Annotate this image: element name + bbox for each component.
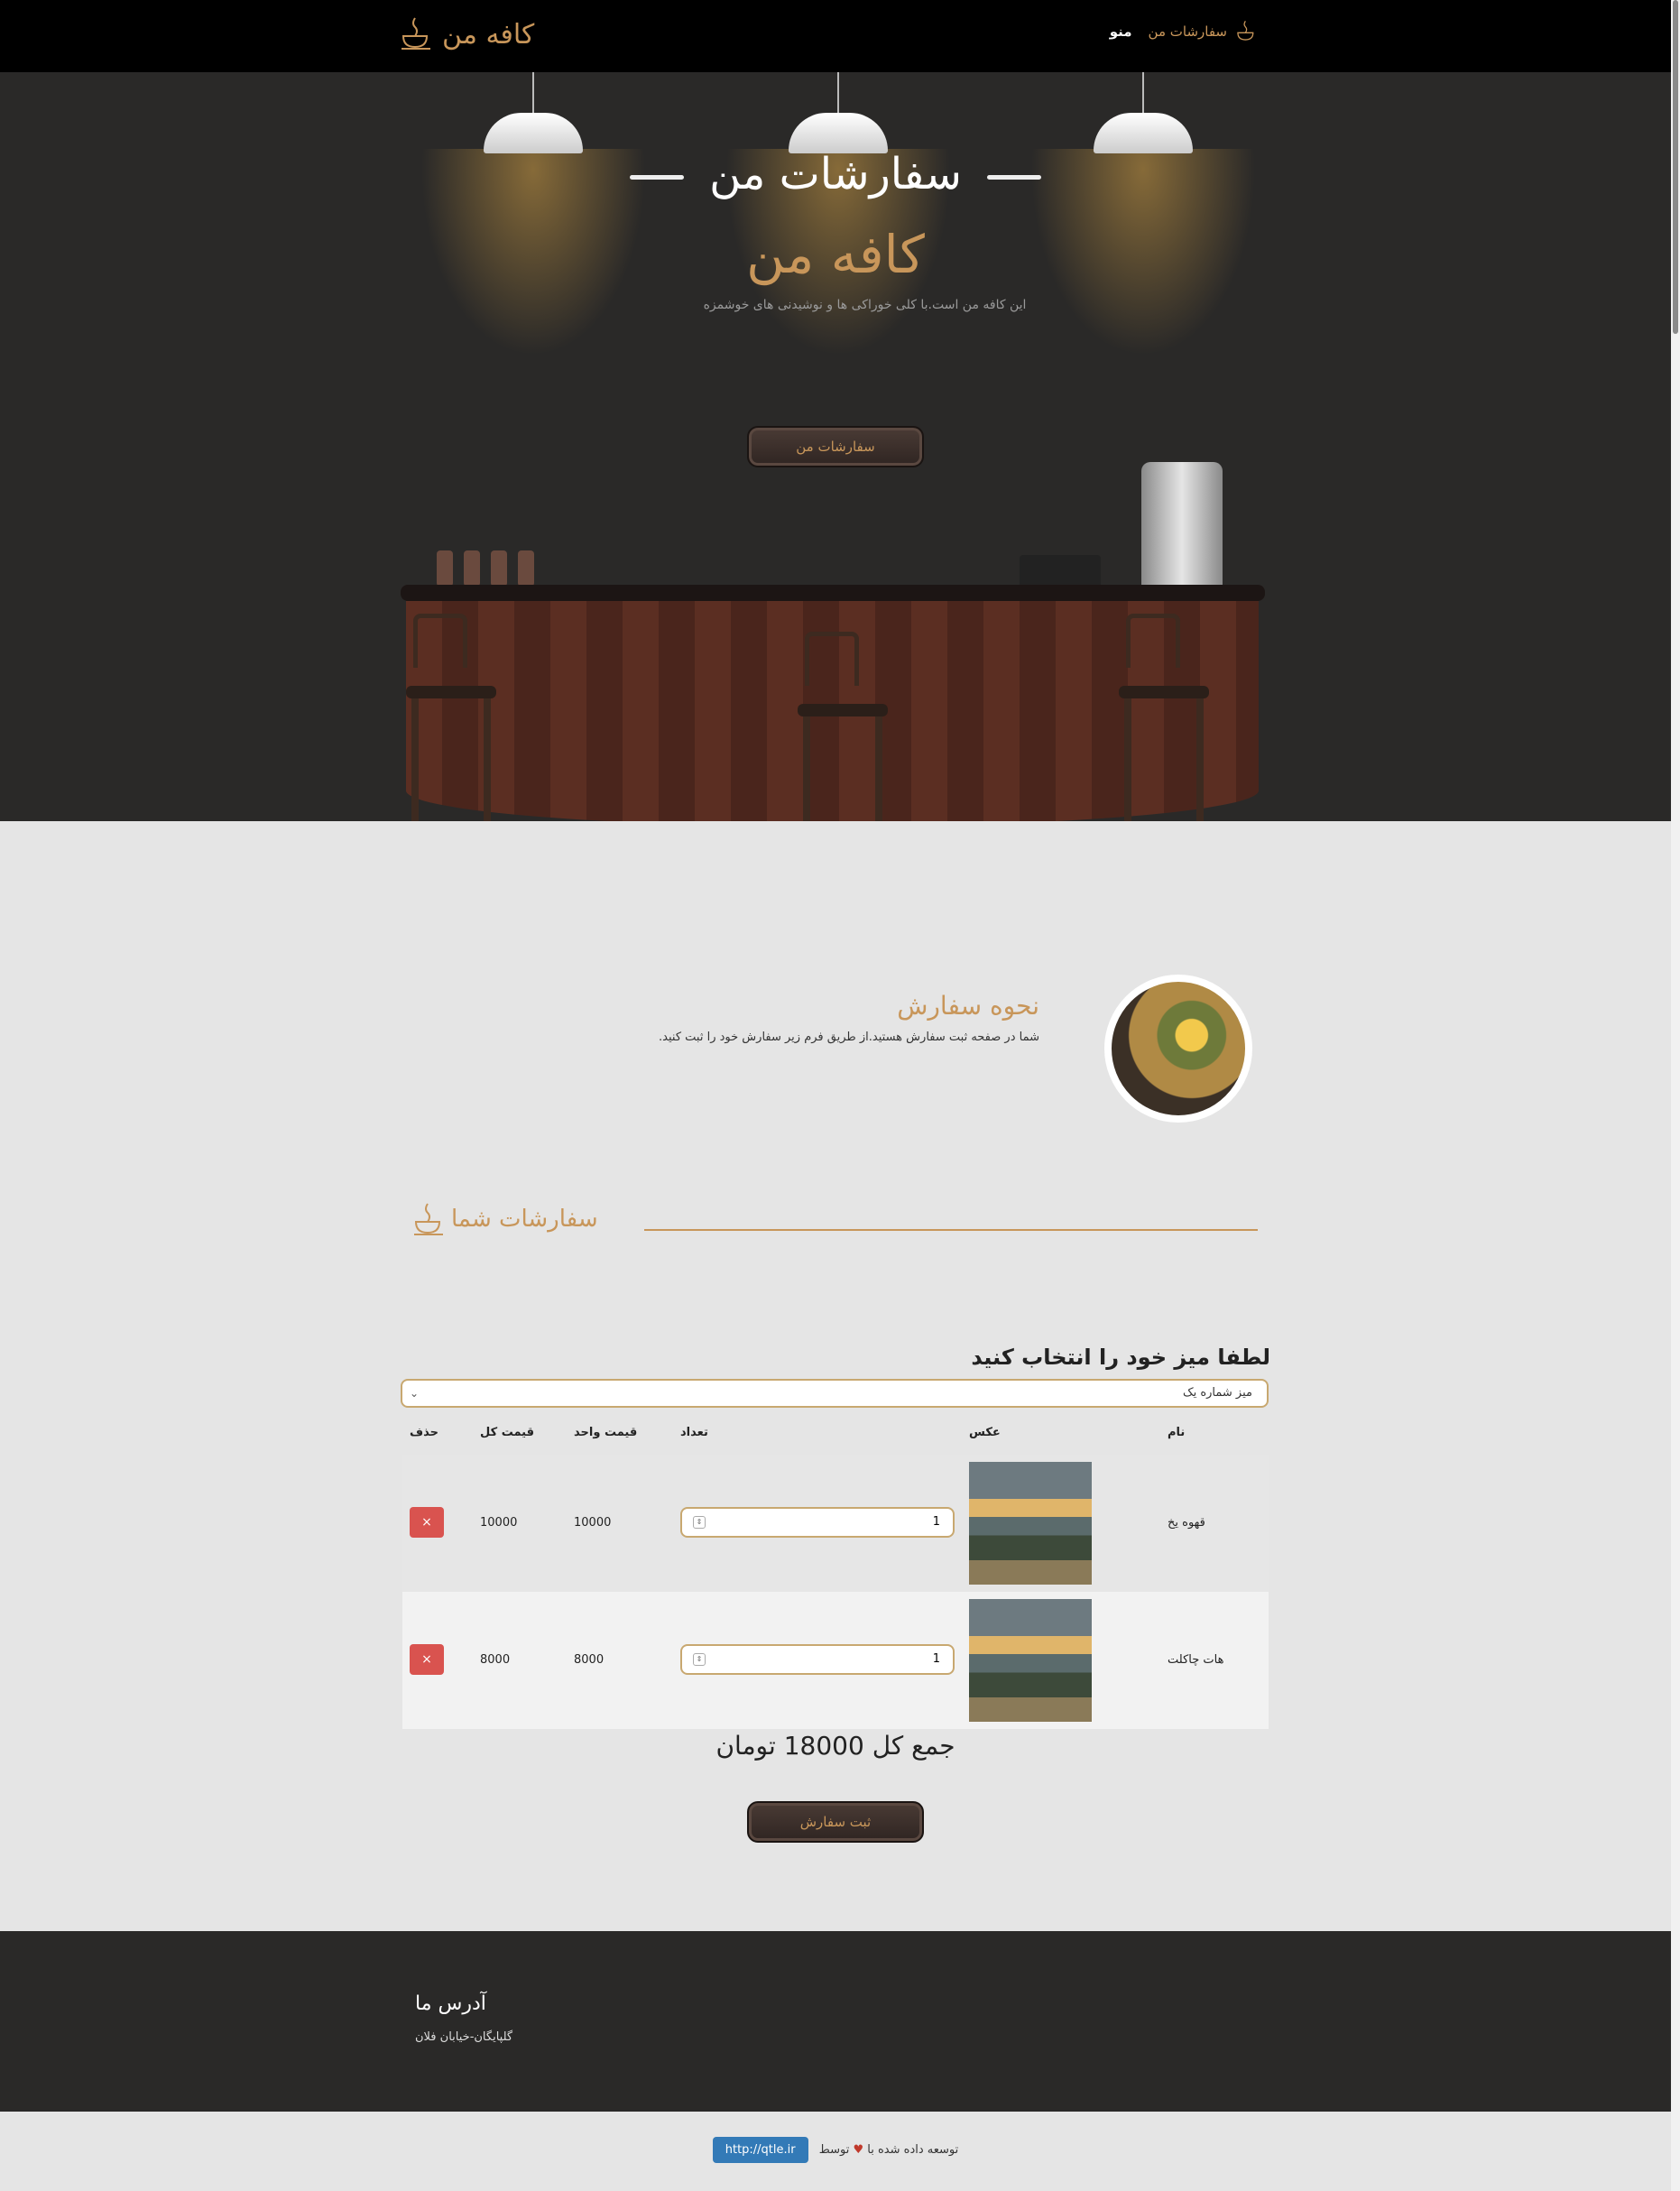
quantity-value: 1 (932, 1652, 940, 1666)
delete-button[interactable]: × (410, 1507, 444, 1538)
orders-heading-label: سفارشات شما (451, 1206, 598, 1233)
coffee-machine-image (1141, 462, 1223, 588)
bar-stool-image (798, 632, 888, 821)
scrollbar-thumb[interactable] (1673, 0, 1678, 334)
unit-price: 10000 (574, 1516, 612, 1530)
nav-item-label: سفارشات من (1148, 23, 1227, 40)
hero-subtitle: کافه من (746, 224, 925, 285)
total-price: 8000 (480, 1653, 511, 1667)
column-header-unit-price: قیمت واحد (574, 1426, 638, 1439)
quantity-input[interactable]: 1 ⇕ (680, 1644, 955, 1675)
chevron-down-icon: ⌄ (410, 1387, 420, 1400)
delete-button[interactable]: × (410, 1644, 444, 1675)
bar-stool-image (406, 614, 496, 821)
tea-pot-photo (1104, 975, 1252, 1123)
quantity-input[interactable]: 1 ⇕ (680, 1507, 955, 1538)
brand-logo[interactable]: کافه من (401, 16, 534, 52)
bottles-decoration (437, 550, 635, 587)
table-row: هات چاکلت 1 ⇕ 8000 8000 × (402, 1592, 1269, 1729)
column-header-total-price: قیمت کل (480, 1426, 534, 1439)
footer-address: گلپایگان-خیابان فلان (415, 2030, 513, 2044)
hero-title: سفارشات من (709, 149, 962, 199)
orders-heading: سفارشات شما (401, 1200, 1265, 1245)
my-orders-button[interactable]: سفارشات من (747, 426, 924, 467)
total-price: 10000 (480, 1516, 518, 1530)
bar-stool-image (1119, 614, 1209, 821)
how-to-order-title: نحوه سفارش (897, 991, 1039, 1021)
table-select[interactable]: میز شماره یک ⌄ (401, 1379, 1269, 1408)
hero-title-row: سفارشات من (0, 149, 1671, 199)
stepper-icon[interactable]: ⇕ (693, 1653, 706, 1666)
orders-table: نام عکس تعداد قیمت واحد قیمت کل حذف قهوه… (402, 1413, 1269, 1729)
footer: آدرس ما گلپایگان-خیابان فلان (0, 1931, 1671, 2112)
column-header-qty: تعداد (680, 1426, 708, 1439)
footer-title: آدرس ما (415, 1992, 486, 2015)
credit-text: توسعه داده شده با (867, 2143, 959, 2157)
nav-item-my-orders[interactable]: سفارشات من (1149, 20, 1256, 43)
nav-menu: سفارشات من منو (1110, 20, 1256, 43)
choose-table-label: لطفا میز خود را انتخاب کنید (971, 1345, 1270, 1370)
table-row: قهوه یخ 1 ⇕ 10000 10000 × (402, 1455, 1269, 1592)
grand-total: جمع کل 18000 تومان (715, 1731, 955, 1761)
nav-item-label: منو (1109, 23, 1132, 40)
column-header-name: نام (1168, 1426, 1186, 1439)
brand-name: کافه من (442, 18, 535, 51)
hero-description: این کافه من است.با کلی خوراکی ها و نوشید… (703, 298, 1027, 312)
how-to-order-text: شما در صفحه ثبت سفارش هستید.از طریق فرم … (659, 1031, 1039, 1044)
heart-icon: ♥ (853, 2143, 864, 2157)
title-dash (986, 174, 1041, 180)
item-name: هات چاکلت (1168, 1653, 1224, 1667)
credit-by: توسط (818, 2143, 850, 2157)
item-name: قهوه یخ (1168, 1516, 1205, 1530)
table-select-value: میز شماره یک (1182, 1386, 1252, 1400)
top-navbar: کافه من سفارشات من منو (0, 0, 1671, 72)
coffee-cup-icon (1237, 20, 1254, 41)
quantity-value: 1 (932, 1515, 940, 1529)
credit-link[interactable]: http://qtle.ir (712, 2137, 808, 2163)
credit-line: توسعه داده شده با ♥ توسط http://qtle.ir (0, 2137, 1671, 2163)
table-header: نام عکس تعداد قیمت واحد قیمت کل حذف (402, 1413, 1269, 1455)
scrollbar[interactable] (1671, 0, 1680, 2191)
column-header-photo: عکس (969, 1426, 1001, 1439)
coffee-cup-icon (402, 17, 430, 50)
nav-item-menu[interactable]: منو (1110, 23, 1132, 40)
heading-divider (644, 1229, 1258, 1231)
submit-order-button[interactable]: ثبت سفارش (747, 1801, 924, 1843)
title-dash (630, 174, 685, 180)
counter-top (401, 585, 1265, 601)
stepper-icon[interactable]: ⇕ (693, 1516, 706, 1529)
how-to-order-section: نحوه سفارش شما در صفحه ثبت سفارش هستید.ا… (0, 966, 1671, 1123)
coffee-cup-icon (414, 1203, 443, 1235)
item-photo (969, 1462, 1092, 1585)
column-header-delete: حذف (410, 1426, 438, 1439)
item-photo (969, 1599, 1092, 1722)
unit-price: 8000 (574, 1653, 605, 1667)
